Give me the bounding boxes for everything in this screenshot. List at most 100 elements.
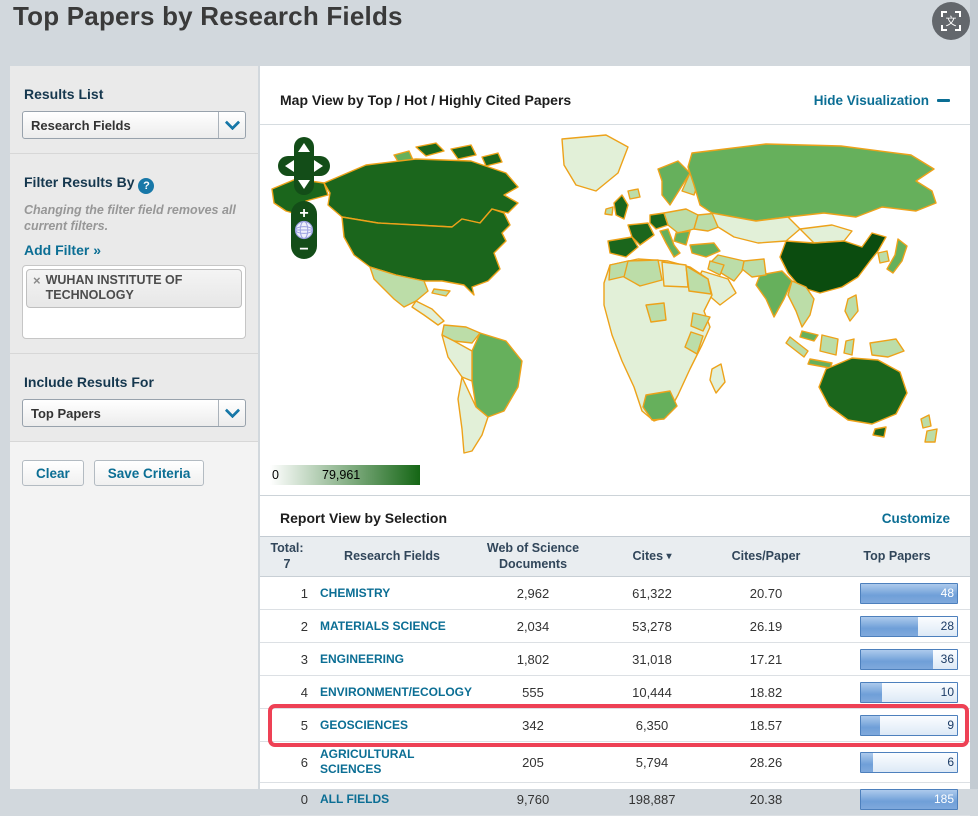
country-india [755, 270, 793, 318]
field-link[interactable]: GEOSCIENCES [320, 718, 408, 733]
country-australia [818, 357, 908, 425]
filter-chip-label: WUHAN INSTITUTE OF TECHNOLOGY [45, 273, 183, 303]
chevron-down-icon[interactable] [218, 112, 245, 138]
main-panel: Map View by Top / Hot / Highly Cited Pap… [260, 66, 970, 816]
top-papers-cell: 9 [824, 708, 970, 743]
report-section-header: Report View by Selection Customize [260, 495, 970, 536]
save-criteria-button[interactable]: Save Criteria [93, 460, 205, 487]
results-list-dropdown[interactable]: Research Fields [22, 111, 246, 139]
cpp-cell: 20.70 [708, 576, 824, 611]
include-results-section: Include Results For Top Papers [10, 354, 258, 443]
col-wos-documents[interactable]: Web of Science Documents [470, 535, 596, 578]
table-row[interactable]: 3 ENGINEERING 1,802 31,018 17.21 36 [260, 642, 970, 677]
add-filter-link[interactable]: Add Filter » [24, 242, 246, 258]
sort-desc-icon: ▾ [666, 550, 672, 562]
table-row[interactable]: 1 CHEMISTRY 2,962 61,322 20.70 48 [260, 576, 970, 611]
filter-section: Filter Results By? Changing the filter f… [10, 154, 258, 355]
top-papers-cell: 185 [824, 782, 970, 816]
table-row[interactable]: 0 ALL FIELDS 9,760 198,887 20.38 185 [260, 782, 970, 816]
report-table: Total: 7 Research Fields Web of Science D… [260, 535, 970, 816]
top-papers-bar: 6 [860, 751, 958, 773]
clear-button[interactable]: Clear [22, 460, 84, 487]
top-papers-bar: 48 [860, 582, 958, 604]
cpp-cell: 18.82 [708, 675, 824, 710]
countries[interactable] [271, 134, 938, 454]
top-papers-cell: 6 [824, 741, 970, 784]
results-list-selected: Research Fields [31, 117, 131, 133]
top-papers-value: 6 [947, 754, 954, 769]
field-link[interactable]: MATERIALS SCIENCE [320, 619, 446, 634]
filter-box: × WUHAN INSTITUTE OF TECHNOLOGY [22, 265, 246, 340]
field-link[interactable]: ENGINEERING [320, 652, 404, 667]
include-results-label: Include Results For [24, 374, 154, 391]
docs-cell: 205 [470, 741, 596, 784]
collapse-icon [937, 98, 950, 102]
zoom-control[interactable]: + − [291, 201, 317, 259]
map-view-title: Map View by Top / Hot / Highly Cited Pap… [280, 92, 572, 108]
top-papers-bar-fill [861, 682, 883, 702]
report-table-wrap: Total: 7 Research Fields Web of Science D… [260, 535, 970, 816]
field-link[interactable]: ENVIRONMENT/ECOLOGY [320, 685, 472, 700]
results-list-section: Results List Research Fields [10, 66, 258, 154]
country-brazil [471, 332, 523, 418]
field-link[interactable]: CHEMISTRY [320, 586, 390, 601]
zoom-in-icon: + [299, 205, 308, 222]
field-link[interactable]: ALL FIELDS [320, 792, 389, 807]
cites-cell: 10,444 [596, 675, 708, 710]
table-row[interactable]: 2 MATERIALS SCIENCE 2,034 53,278 26.19 2… [260, 609, 970, 644]
results-list-label: Results List [24, 86, 104, 102]
rank-cell: 2 [260, 609, 314, 644]
top-papers-value: 36 [940, 651, 954, 666]
country-uk [613, 194, 629, 220]
field-link[interactable]: AGRICULTURAL SCIENCES [320, 747, 464, 777]
top-papers-cell: 28 [824, 609, 970, 644]
page-title: Top Papers by Research Fields [13, 1, 403, 31]
report-view-title: Report View by Selection [280, 510, 448, 526]
top-papers-bar: 28 [860, 615, 958, 637]
sidebar-buttons: Clear Save Criteria [10, 442, 258, 789]
table-row[interactable]: 5 GEOSCIENCES 342 6,350 18.57 9 [260, 708, 970, 743]
top-papers-value: 48 [940, 585, 954, 600]
cites-cell: 6,350 [596, 708, 708, 743]
top-papers-bar-fill [861, 715, 881, 735]
top-papers-value: 185 [933, 791, 954, 806]
filter-chip[interactable]: × WUHAN INSTITUTE OF TECHNOLOGY [26, 269, 242, 309]
docs-cell: 1,802 [470, 642, 596, 677]
rank-cell: 6 [260, 741, 314, 784]
col-cites-per-paper[interactable]: Cites/Paper [708, 535, 824, 578]
top-papers-bar: 185 [860, 788, 958, 810]
top-papers-bar-fill [861, 649, 933, 669]
cpp-cell: 17.21 [708, 642, 824, 677]
customize-link[interactable]: Customize [882, 511, 950, 526]
cpp-cell: 26.19 [708, 609, 824, 644]
top-bar: Top Papers by Research Fields 文 [0, 0, 978, 66]
globe-icon[interactable] [294, 220, 314, 240]
top-papers-cell: 48 [824, 576, 970, 611]
remove-filter-icon[interactable]: × [33, 273, 41, 303]
docs-cell: 342 [470, 708, 596, 743]
table-row[interactable]: 4 ENVIRONMENT/ECOLOGY 555 10,444 18.82 1… [260, 675, 970, 710]
world-map-canvas[interactable]: + − [266, 129, 966, 461]
zoom-out-icon: − [299, 241, 308, 258]
cites-cell: 31,018 [596, 642, 708, 677]
filter-note: Changing the filter field removes all cu… [24, 203, 236, 233]
top-papers-cell: 10 [824, 675, 970, 710]
chevron-down-icon[interactable] [218, 400, 245, 427]
country-russia [687, 143, 937, 222]
cpp-cell: 20.38 [708, 782, 824, 816]
map-section-header: Map View by Top / Hot / Highly Cited Pap… [260, 66, 970, 125]
cites-cell: 5,794 [596, 741, 708, 784]
translate-icon[interactable]: 文 [932, 2, 970, 40]
hide-visualization-link[interactable]: Hide Visualization [814, 93, 950, 108]
include-results-dropdown[interactable]: Top Papers [22, 399, 246, 428]
col-cites-sorted[interactable]: Cites ▾ [596, 535, 708, 578]
col-top-papers[interactable]: Top Papers [824, 535, 970, 578]
cites-cell: 198,887 [596, 782, 708, 816]
scrollbar-track[interactable] [970, 0, 978, 789]
map-scale-legend: 0 79,961 [270, 465, 420, 485]
top-papers-value: 28 [940, 618, 954, 633]
help-icon[interactable]: ? [138, 178, 155, 194]
docs-cell: 9,760 [470, 782, 596, 816]
col-research-fields: Research Fields [314, 535, 470, 578]
table-row[interactable]: 6 AGRICULTURAL SCIENCES 205 5,794 28.26 … [260, 741, 970, 784]
